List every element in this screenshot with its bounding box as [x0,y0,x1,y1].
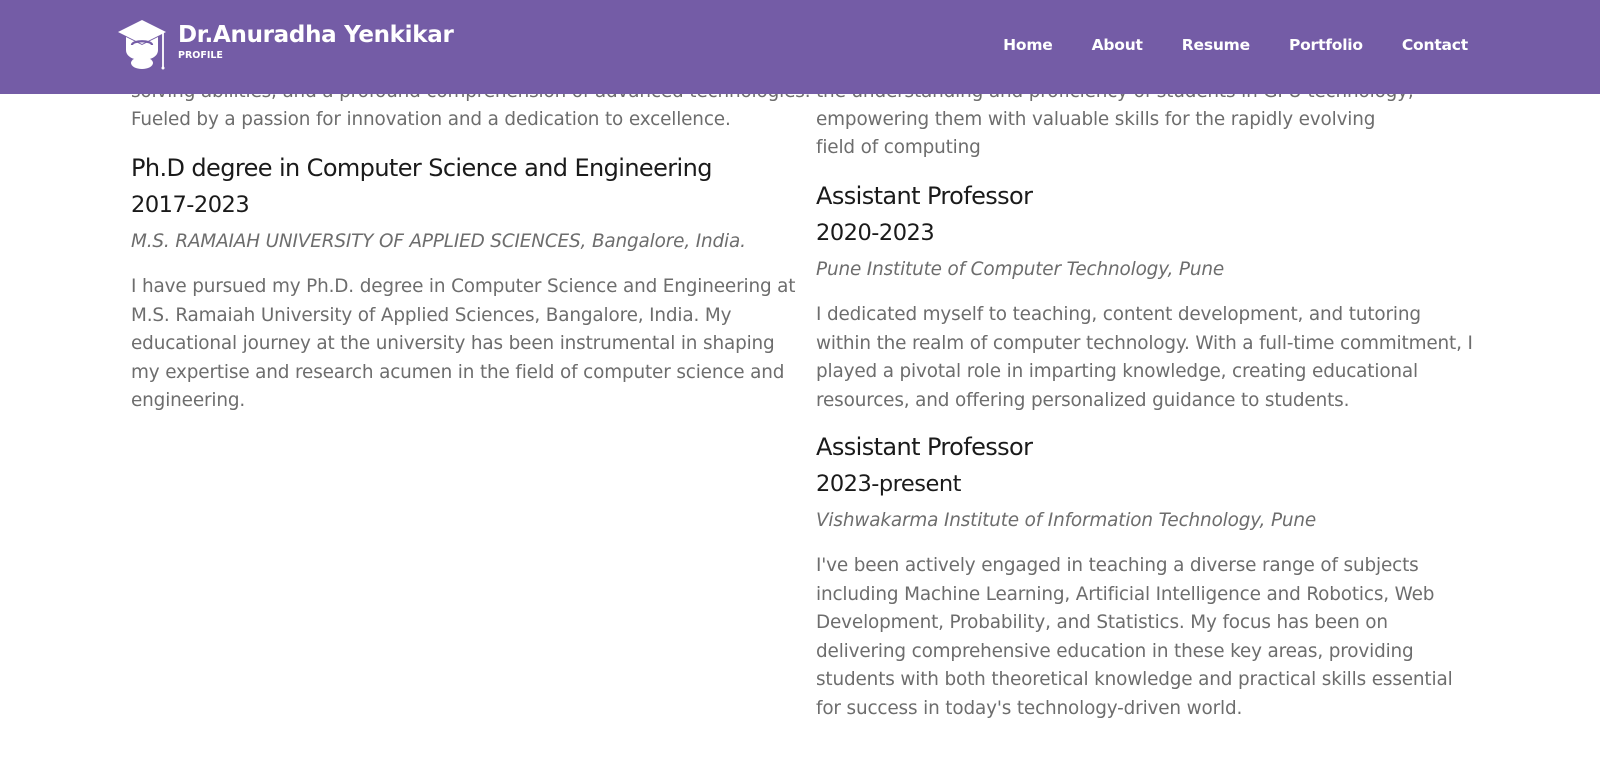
resume-item-title: Ph.D degree in Computer Science and Engi… [131,154,712,182]
resume-item-description: I have pursued my Ph.D. degree in Comput… [131,276,796,412]
resume-item-years: 2020-2023 [816,220,935,246]
resume-item-description: I dedicated myself to teaching, content … [816,304,1473,411]
main-nav: Home About Resume Portfolio Contact [964,34,1468,56]
intro-text-line: field of computing [816,137,981,158]
resume-item-description: I've been actively engaged in teaching a… [816,555,1453,719]
resume-item-title: Assistant Professor [816,182,1033,210]
nav-portfolio[interactable]: Portfolio [1289,34,1363,56]
resume-item-institution: M.S. RAMAIAH UNIVERSITY OF APPLIED SCIEN… [131,231,746,252]
nav-contact[interactable]: Contact [1402,34,1468,56]
nav-home[interactable]: Home [1003,34,1053,56]
nav-resume[interactable]: Resume [1182,34,1250,56]
graduation-cap-icon [118,20,166,70]
intro-text-line: empowering them with valuable skills for… [816,109,1376,130]
site-subtitle: PROFILE [178,50,223,61]
brand-logo-link[interactable]: Dr.Anuradha Yenkikar PROFILE [116,18,454,70]
nav-about[interactable]: About [1092,34,1143,56]
resume-item-institution: Pune Institute of Computer Technology, P… [816,259,1225,280]
site-title[interactable]: Dr.Anuradha Yenkikar [178,19,454,51]
resume-item-title: Assistant Professor [816,433,1033,461]
resume-item-years: 2023-present [816,471,961,497]
intro-text-line: Fueled by a passion for innovation and a… [131,109,731,130]
resume-item-years: 2017-2023 [131,192,250,218]
resume-item-institution: Vishwakarma Institute of Information Tec… [816,510,1317,531]
navbar: Dr.Anuradha Yenkikar PROFILE Home About … [0,0,1600,94]
